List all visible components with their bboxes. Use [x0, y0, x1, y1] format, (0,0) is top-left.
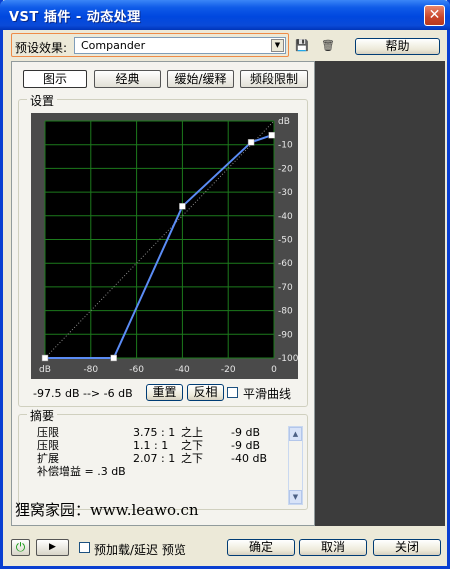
summary-row-ratio: 1.1 : 1: [133, 439, 169, 452]
curve-control-point: [179, 203, 186, 210]
summary-row-relation: 之下: [181, 452, 203, 465]
close-window-button[interactable]: ✕: [424, 5, 445, 26]
y-tick-label: -40: [278, 212, 293, 222]
curve-control-point: [247, 139, 255, 146]
preroll-checkbox[interactable]: [79, 542, 90, 553]
side-panel: [315, 61, 445, 526]
preroll-label: 预加载/延迟 预览: [94, 543, 186, 557]
preset-value: Compander: [81, 39, 146, 52]
y-tick-label: -50: [278, 236, 293, 246]
smooth-curve-label: 平滑曲线: [243, 387, 292, 401]
preset-dropdown[interactable]: Compander ▼: [74, 37, 286, 54]
watermark: 狸窝家园：www.leawo.cn: [15, 501, 199, 519]
preset-toolbar: 预设效果: Compander ▼ 💾 🗑 帮助: [3, 30, 447, 61]
cancel-button[interactable]: 取消: [299, 539, 367, 556]
summary-row-threshold: -9 dB: [231, 439, 260, 452]
disk-icon[interactable]: 💾: [295, 39, 309, 52]
chevron-down-icon[interactable]: ▼: [271, 39, 284, 52]
main-panel: 图示 经典 缓始/缓释 频段限制 设置 dB -80 -60 -40 -20 0 dB -10…: [11, 61, 315, 526]
power-icon[interactable]: ⏻: [11, 539, 30, 556]
curve-control-point: [268, 131, 275, 139]
level-readout: -97.5 dB --> -6 dB: [33, 387, 133, 400]
summary-scrollbar[interactable]: ▲ ▼: [288, 426, 303, 505]
y-tick-label: -100: [278, 354, 298, 364]
trash-icon[interactable]: 🗑: [321, 39, 335, 52]
summary-group: 摘要 压限 3.75 : 1 之上 -9 dB 压限 1.1 : 1 之下 -9…: [18, 407, 308, 510]
x-tick-label: -40: [175, 365, 190, 375]
summary-row-relation: 之上: [181, 426, 203, 439]
y-tick-label: -10: [278, 141, 293, 151]
makeup-gain: 补偿增益 = .3 dB: [37, 465, 126, 478]
summary-row-ratio: 2.07 : 1: [133, 452, 176, 465]
preset-label: 预设效果:: [15, 41, 68, 55]
x-tick-label: dB: [39, 365, 51, 375]
scroll-down-icon[interactable]: ▼: [289, 490, 302, 504]
summary-row-name: 压限: [37, 426, 59, 439]
y-tick-label: -20: [278, 164, 293, 174]
summary-row-name: 压限: [37, 439, 59, 452]
ok-button[interactable]: 确定: [227, 539, 295, 556]
y-tick-label: dB: [278, 117, 290, 127]
help-button[interactable]: 帮助: [355, 38, 440, 55]
scroll-up-icon[interactable]: ▲: [289, 427, 302, 441]
settings-group-title: 设置: [27, 92, 58, 109]
summary-row-ratio: 3.75 : 1: [133, 426, 176, 439]
x-tick-label: -60: [129, 365, 144, 375]
summary-row-threshold: -40 dB: [231, 452, 267, 465]
dynamics-chart[interactable]: dB -80 -60 -40 -20 0 dB -10 -20 -30 -40 -50 -60 -70 -8…: [31, 113, 299, 379]
tab-graph[interactable]: 图示: [23, 70, 87, 88]
window-title: VST 插件 - 动态处理: [9, 10, 141, 25]
tab-attack-release[interactable]: 缓始/缓释: [167, 70, 234, 88]
summary-group-title: 摘要: [27, 407, 58, 424]
y-tick-label: -70: [278, 283, 293, 293]
tab-band-limit[interactable]: 频段限制: [240, 70, 308, 88]
x-tick-label: -80: [83, 365, 98, 375]
title-bar[interactable]: VST 插件 - 动态处理 ✕: [0, 0, 450, 30]
reset-button[interactable]: 重置: [146, 384, 183, 401]
y-tick-label: -30: [278, 188, 293, 198]
invert-button[interactable]: 反相: [187, 384, 224, 401]
y-tick-label: -80: [278, 307, 293, 317]
dynamics-graph[interactable]: dB -80 -60 -40 -20 0 dB -10 -20 -30 -40 -50 -60 -70 -8…: [31, 113, 299, 379]
bottom-bar: ⏻ ▶ 预加载/延迟 预览 确定 取消 关闭: [3, 536, 447, 561]
summary-row-relation: 之下: [181, 439, 203, 452]
curve-control-point: [110, 354, 117, 362]
close-button[interactable]: 关闭: [373, 539, 441, 556]
summary-row: 压限: [37, 427, 59, 439]
y-tick-label: -60: [278, 259, 293, 269]
play-icon[interactable]: ▶: [36, 539, 69, 556]
x-tick-label: 0: [271, 365, 277, 375]
curve-control-point: [41, 354, 49, 362]
summary-row-threshold: -9 dB: [231, 426, 260, 439]
summary-row-name: 扩展: [37, 452, 59, 465]
dialog-window: VST 插件 - 动态处理 ✕ 预设效果: Compander ▼ 💾 🗑 帮助…: [0, 0, 450, 569]
x-tick-label: -20: [221, 365, 236, 375]
tab-classic[interactable]: 经典: [94, 70, 161, 88]
y-tick-label: -90: [278, 330, 293, 340]
smooth-curve-checkbox[interactable]: [227, 387, 238, 398]
